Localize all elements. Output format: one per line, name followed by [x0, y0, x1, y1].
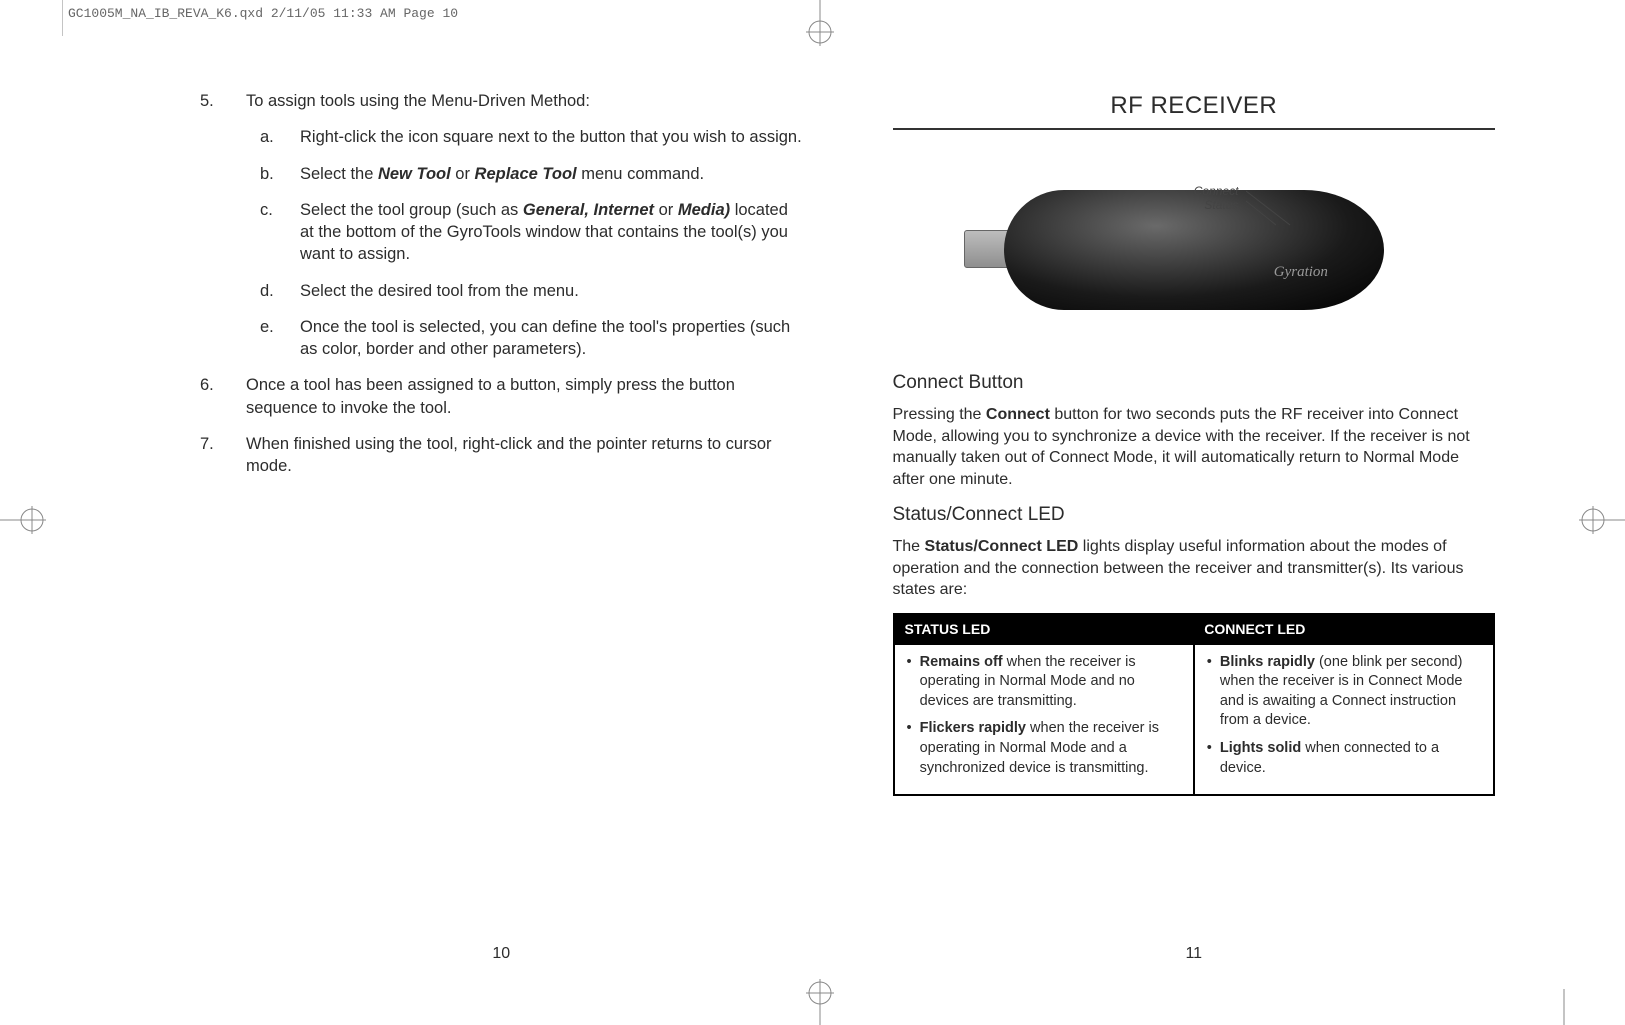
- cb-bold: Connect: [986, 406, 1050, 423]
- status-row-2: • Flickers rapidly when the receiver is …: [907, 719, 1181, 778]
- marker-7: 7.: [200, 433, 222, 478]
- text-5: To assign tools using the Menu-Driven Me…: [246, 90, 590, 112]
- page-number-left: 10: [200, 943, 803, 965]
- rf-receiver-image: Connect Status Gyration: [964, 150, 1424, 350]
- page-spread: 5. To assign tools using the Menu-Driven…: [200, 90, 1495, 945]
- text-5b: Select the New Tool or Replace Tool menu…: [300, 163, 704, 185]
- text-5b-post: menu command.: [577, 165, 704, 183]
- text-7: When finished using the tool, right-clic…: [246, 433, 803, 478]
- list-item-5a: a. Right-click the icon square next to t…: [260, 126, 803, 148]
- file-stamp: GC1005M_NA_IB_REVA_K6.qxd 2/11/05 11:33 …: [68, 6, 458, 21]
- connect-row-1: • Blinks rapidly (one blink per second) …: [1207, 653, 1481, 731]
- text-5c-media: Media): [678, 201, 730, 219]
- text-5a: Right-click the icon square next to the …: [300, 126, 802, 148]
- brand-gyration: Gyration: [1274, 262, 1328, 282]
- status-row-1: • Remains off when the receiver is opera…: [907, 653, 1181, 712]
- registration-mark-right: [1579, 500, 1625, 540]
- section-hr: [893, 128, 1496, 130]
- marker-5c: c.: [260, 199, 278, 266]
- callout-connect: Connect: [1194, 184, 1239, 198]
- marker-5b: b.: [260, 163, 278, 185]
- cell-connect-led: • Blinks rapidly (one blink per second) …: [1194, 644, 1494, 795]
- text-5e: Once the tool is selected, you can defin…: [300, 316, 803, 361]
- list-item-5e: e. Once the tool is selected, you can de…: [260, 316, 803, 361]
- text-5b-replace: Replace Tool: [475, 165, 577, 183]
- text-5d: Select the desired tool from the menu.: [300, 280, 579, 302]
- crop-mark-bottom-right: [1545, 989, 1565, 1025]
- connect-button-paragraph: Pressing the Connect button for two seco…: [893, 404, 1496, 490]
- connect-row-2: • Lights solid when connected to a devic…: [1207, 739, 1481, 778]
- text-5b-pre: Select the: [300, 165, 378, 183]
- registration-mark-bottom: [800, 979, 840, 1025]
- text-5b-mid: or: [451, 165, 475, 183]
- list-item-6: 6. Once a tool has been assigned to a bu…: [200, 374, 803, 419]
- marker-5: 5.: [200, 90, 222, 112]
- text-5c-general: General, Internet: [523, 201, 654, 219]
- page-right: RF RECEIVER Connect Status Gyration Conn…: [893, 90, 1496, 945]
- th-connect-led: CONNECT LED: [1194, 614, 1494, 644]
- text-5c-mid: or: [654, 201, 678, 219]
- sl-bold: Status/Connect LED: [925, 538, 1079, 555]
- cell-status-led: • Remains off when the receiver is opera…: [894, 644, 1194, 795]
- marker-5a: a.: [260, 126, 278, 148]
- th-status-led: STATUS LED: [894, 614, 1194, 644]
- status-r2-bold: Flickers rapidly: [920, 720, 1026, 736]
- led-table: STATUS LED CONNECT LED • Remains off whe…: [893, 613, 1496, 796]
- list-item-5d: d. Select the desired tool from the menu…: [260, 280, 803, 302]
- text-5b-newtool: New Tool: [378, 165, 451, 183]
- list-item-5: 5. To assign tools using the Menu-Driven…: [200, 90, 803, 112]
- registration-mark-top: [800, 0, 840, 46]
- crop-mark-top-left: [62, 0, 82, 36]
- marker-5e: e.: [260, 316, 278, 361]
- cb-pre: Pressing the: [893, 406, 986, 423]
- list-item-5c: c. Select the tool group (such as Genera…: [260, 199, 803, 266]
- connect-r1-bold: Blinks rapidly: [1220, 654, 1315, 670]
- status-led-paragraph: The Status/Connect LED lights display us…: [893, 536, 1496, 601]
- section-title-rf-receiver: RF RECEIVER: [893, 90, 1496, 122]
- subhead-connect-button: Connect Button: [893, 370, 1496, 396]
- marker-6: 6.: [200, 374, 222, 419]
- registration-mark-left: [0, 500, 46, 540]
- text-6: Once a tool has been assigned to a butto…: [246, 374, 803, 419]
- marker-5d: d.: [260, 280, 278, 302]
- status-r1-bold: Remains off: [920, 654, 1003, 670]
- connect-r2-bold: Lights solid: [1220, 740, 1301, 756]
- callout-status: Status: [1204, 198, 1238, 212]
- page-number-right: 11: [893, 943, 1496, 965]
- sl-pre: The: [893, 538, 925, 555]
- list-item-7: 7. When finished using the tool, right-c…: [200, 433, 803, 478]
- page-left: 5. To assign tools using the Menu-Driven…: [200, 90, 803, 945]
- callout-connect-status: Connect Status: [1194, 185, 1239, 211]
- list-item-5b: b. Select the New Tool or Replace Tool m…: [260, 163, 803, 185]
- subhead-status-led: Status/Connect LED: [893, 502, 1496, 528]
- text-5c-pre: Select the tool group (such as: [300, 201, 523, 219]
- text-5c: Select the tool group (such as General, …: [300, 199, 803, 266]
